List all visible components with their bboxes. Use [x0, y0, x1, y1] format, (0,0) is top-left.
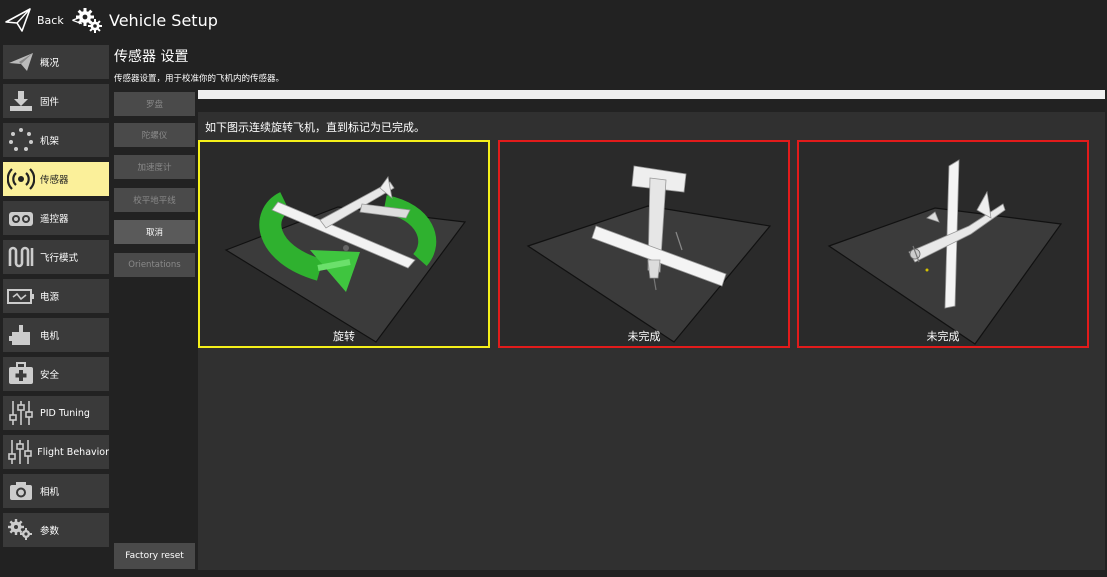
airplane-wing-down-image: [827, 159, 1063, 345]
airframe-icon: [6, 125, 36, 155]
airplane-rotate-image: [224, 176, 467, 343]
sidebar-item-safety[interactable]: 安全: [3, 357, 109, 391]
orientation-tile-wing-down: 未完成: [797, 140, 1089, 348]
sidebar-item-power[interactable]: 电源: [3, 279, 109, 313]
sidebar-item-label: 安全: [40, 370, 60, 381]
back-button[interactable]: Back <: [4, 6, 83, 34]
sidebar-item-radio[interactable]: 遥控器: [3, 201, 109, 235]
breadcrumb: Vehicle Setup: [75, 6, 218, 34]
orientation-tile-rotating: 旋转: [198, 140, 490, 348]
camera-icon: [6, 476, 36, 506]
top-toolbar: Back < Vehicle Setup: [0, 0, 1107, 40]
sidebar-item-motors[interactable]: 电机: [3, 318, 109, 352]
sidebar-item-label: 固件: [40, 97, 60, 108]
sidebar-item-label: 相机: [40, 487, 60, 498]
sidebar-item-flight-behavior[interactable]: Flight Behavior: [3, 435, 109, 469]
gyroscope-button[interactable]: 陀螺仪: [114, 123, 195, 147]
sidebar-item-label: Flight Behavior: [37, 446, 109, 458]
accelerometer-button[interactable]: 加速度计: [114, 155, 195, 179]
sidebar-item-airframe[interactable]: 机架: [3, 123, 109, 157]
sliders-icon: [6, 437, 33, 467]
sidebar-item-label: PID Tuning: [40, 407, 90, 419]
calibration-instruction: 如下图示连续旋转飞机，直到标记为已完成。: [205, 121, 425, 134]
flight-modes-icon: [6, 242, 36, 272]
sidebar-item-label: 电源: [40, 292, 60, 303]
sliders-icon: [6, 398, 36, 428]
sidebar-item-sensors[interactable]: 传感器: [3, 162, 109, 196]
battery-icon: [6, 281, 36, 311]
gears-icon: [6, 515, 36, 545]
tile-label: 旋转: [333, 330, 355, 343]
sidebar-item-label: 电机: [40, 331, 60, 342]
airplane-nose-down-image: [526, 165, 772, 343]
sidebar-item-pid-tuning[interactable]: PID Tuning: [3, 396, 109, 430]
sidebar-item-label: 概况: [40, 58, 60, 69]
sidebar-item-label: 机架: [40, 136, 60, 147]
calibration-progress-bar: [198, 90, 1105, 99]
compass-button[interactable]: 罗盘: [114, 92, 195, 116]
sidebar-item-label: 参数: [40, 526, 60, 537]
orientation-tile-nose-down: 未完成: [498, 140, 790, 348]
section-title: 传感器 设置: [114, 49, 189, 65]
section-description: 传感器设置，用于校准你的飞机内的传感器。: [114, 74, 285, 84]
sidebar-item-firmware[interactable]: 固件: [3, 84, 109, 118]
safety-icon: [6, 359, 36, 389]
paper-plane-icon: [5, 8, 31, 32]
sidebar-item-summary[interactable]: 概况: [3, 45, 109, 79]
sensors-icon: [6, 164, 36, 194]
page-title: Vehicle Setup: [109, 10, 218, 30]
sidebar-item-parameters[interactable]: 参数: [3, 513, 109, 547]
motor-icon: [6, 320, 36, 350]
sidebar-item-label: 遥控器: [40, 214, 69, 225]
factory-reset-button[interactable]: Factory reset: [114, 543, 195, 569]
orientations-button[interactable]: Orientations: [114, 253, 195, 277]
sidebar-item-flight-modes[interactable]: 飞行模式: [3, 240, 109, 274]
back-label: Back: [37, 13, 64, 27]
cancel-button[interactable]: 取消: [114, 220, 195, 244]
plane-icon: [6, 47, 36, 77]
tile-label: 未完成: [627, 330, 661, 343]
sidebar-item-label: 飞行模式: [40, 253, 79, 264]
level-horizon-button[interactable]: 校平地平线: [114, 188, 195, 212]
sidebar-item-label: 传感器: [40, 175, 69, 186]
tile-label: 未完成: [926, 330, 960, 343]
sidebar-item-camera[interactable]: 相机: [3, 474, 109, 508]
gears-icon: [76, 8, 102, 33]
download-icon: [6, 86, 36, 116]
radio-icon: [6, 203, 36, 233]
